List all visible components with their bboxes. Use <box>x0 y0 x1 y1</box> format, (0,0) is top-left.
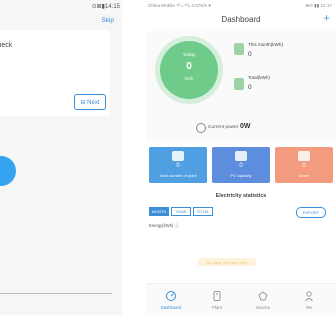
tab-month[interactable]: MONTH <box>149 207 169 216</box>
no-data-banner: No data, set more click <box>198 258 256 266</box>
left-status-bar: ⊙⊠▮14:15 <box>0 0 122 14</box>
next-button[interactable]: ⊟ Next <box>74 94 106 110</box>
gauge-icon <box>235 151 247 161</box>
alarm-label: Alarm <box>298 173 310 178</box>
power-icon <box>196 123 206 133</box>
building-icon <box>172 151 184 161</box>
left-divider <box>0 293 112 294</box>
tab-service-label: Service <box>256 305 270 310</box>
status-bar: China Mobile ⁴ᴳ ᵢₗ ⁴ᴳᵢₗ 4.67K/s ♥ ⊕⊙ ▮▮ … <box>146 0 336 10</box>
left-status-time: ⊙⊠▮14:15 <box>91 4 120 10</box>
status-time: ⊕⊙ ▮▮ 14:17 <box>305 3 332 8</box>
user-icon <box>303 290 315 302</box>
total-label: Total(kWh) <box>248 75 270 80</box>
today-energy-circle: Today 0 kWh <box>160 41 218 99</box>
today-unit: kWh <box>184 76 194 81</box>
plant-icon <box>211 290 223 302</box>
total-value: 0 <box>248 84 252 91</box>
bottom-tab-bar: Dashboard Plant Service Me <box>146 283 336 315</box>
plants-count: 0 <box>176 163 180 169</box>
export-button[interactable]: EXPORT <box>296 207 326 218</box>
service-icon <box>257 290 269 302</box>
plus-icon[interactable]: + <box>323 12 330 24</box>
summary-panel: Today 0 kWh This month(kWh) 0 Total(kWh)… <box>146 31 336 141</box>
tab-total[interactable]: TOTAL <box>193 207 213 216</box>
current-power-value: 0W <box>240 123 251 130</box>
pv-capacity-tile[interactable]: 0 PV capacity <box>212 147 270 183</box>
month-energy-icon <box>234 43 244 55</box>
plants-label: Total number of plant <box>159 173 197 178</box>
current-power-label: Current power <box>208 125 239 130</box>
alarm-tile[interactable]: 0 Alarm <box>275 147 333 183</box>
summary-tiles: 0 Total number of plant 0 PV capacity 0 … <box>149 147 333 183</box>
pv-capacity-label: PV capacity <box>230 173 252 178</box>
tab-me-label: Me <box>306 305 312 310</box>
today-label: Today <box>182 53 196 58</box>
alarm-count: 0 <box>302 163 306 169</box>
tab-dashboard-label: Dashboard <box>160 305 182 310</box>
dashboard-screen: China Mobile ⁴ᴳ ᵢₗ ⁴ᴳᵢₗ 4.67K/s ♥ ⊕⊙ ▮▮ … <box>146 0 336 315</box>
this-month-value: 0 <box>248 51 252 58</box>
plants-tile[interactable]: 0 Total number of plant <box>149 147 207 183</box>
tab-plant-label: Plant <box>212 305 222 310</box>
left-partial-screen: ⊙⊠▮14:15 Skip check ô ⊟ Next <box>0 0 122 315</box>
page-title: Dashboard <box>221 15 261 24</box>
today-value: 0 <box>186 61 192 72</box>
energy-axis-label: Energy(kWh) ⓘ <box>149 223 179 228</box>
dashboard-icon <box>165 290 177 302</box>
check-text: check <box>0 42 13 49</box>
app-header: Dashboard + <box>146 11 336 31</box>
status-carrier: China Mobile ⁴ᴳ ᵢₗ ⁴ᴳᵢₗ 4.67K/s ♥ <box>148 3 211 8</box>
tab-year[interactable]: YEAR <box>171 207 191 216</box>
skip-link[interactable]: Skip <box>101 17 114 24</box>
bell-icon <box>298 151 310 161</box>
electricity-stats-title: Electricity statistics <box>215 193 267 199</box>
pv-capacity-value: 0 <box>239 163 243 169</box>
total-energy-icon <box>234 78 244 90</box>
this-month-label: This month(kWh) <box>248 42 283 47</box>
floating-action-button[interactable] <box>0 156 16 186</box>
left-card: check ô ⊟ Next <box>0 30 110 116</box>
